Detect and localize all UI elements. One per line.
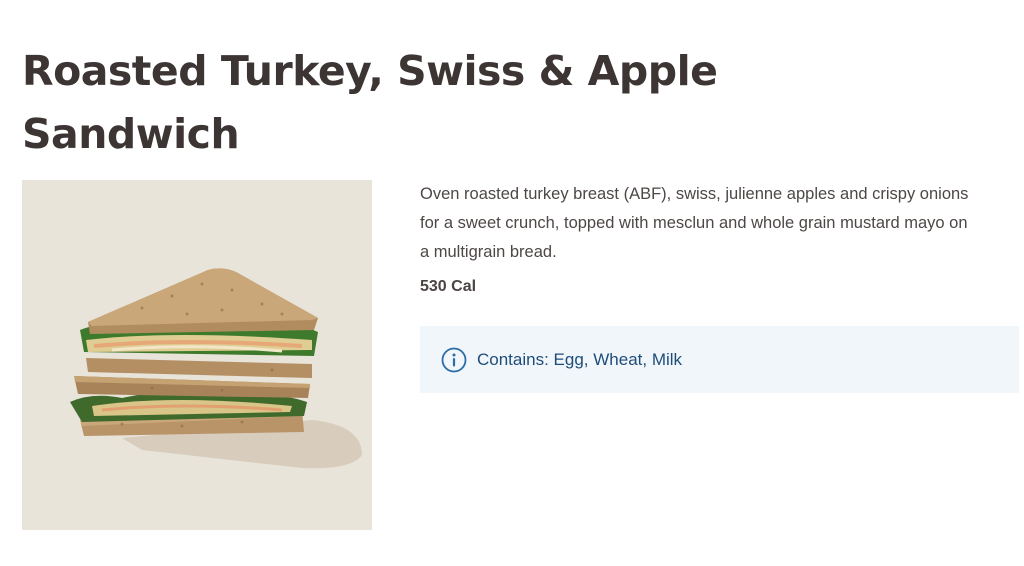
product-details: Oven roasted turkey breast (ABF), swiss,… (420, 180, 1020, 393)
calorie-count: 530 Cal (420, 278, 477, 295)
product-title: Roasted Turkey, Swiss & Apple Sandwich (22, 47, 718, 158)
info-icon (441, 347, 467, 373)
allergen-text: Contains: Egg, Wheat, Milk (477, 349, 683, 369)
sandwich-illustration (70, 268, 362, 469)
product-description: Oven roasted turkey breast (ABF), swiss,… (420, 185, 969, 261)
product-image (22, 180, 372, 530)
allergen-notice: Contains: Egg, Wheat, Milk (420, 326, 1019, 393)
